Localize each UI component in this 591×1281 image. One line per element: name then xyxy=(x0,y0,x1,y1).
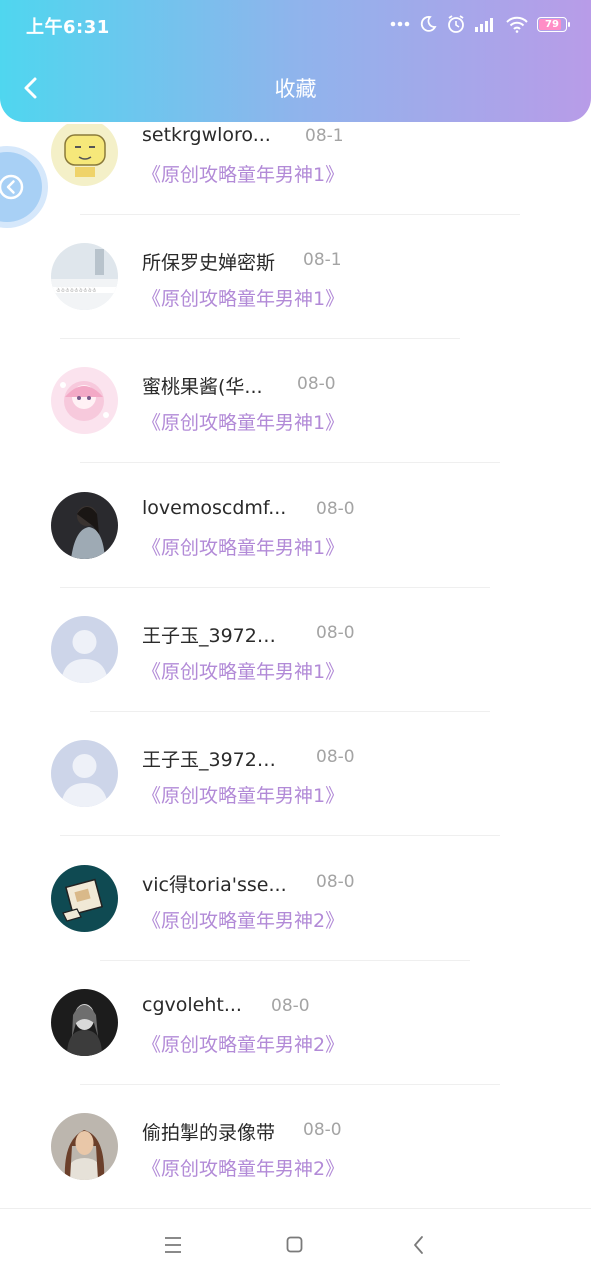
item-link[interactable]: 《原创攻略童年男神1》 xyxy=(142,781,344,808)
status-time: 上午6:31 xyxy=(26,17,110,38)
item-date: 08-0 xyxy=(316,623,355,643)
item-date: 08-0 xyxy=(271,996,310,1016)
moon-icon xyxy=(420,16,437,32)
svg-text:☃☃☃☃☃☃☃☃☃: ☃☃☃☃☃☃☃☃☃ xyxy=(56,287,97,294)
app-header: 上午6:31 79 收藏 xyxy=(0,0,591,122)
avatar[interactable] xyxy=(51,740,118,807)
item-link[interactable]: 《原创攻略童年男神1》 xyxy=(142,533,344,560)
back-triangle-icon xyxy=(414,1236,423,1254)
list-item[interactable]: 王子玉_39721... 08-0 《原创攻略童年男神1》 xyxy=(0,712,591,836)
list-item[interactable]: 王子玉_39721... 08-0 《原创攻略童年男神1》 xyxy=(0,588,591,712)
menu-icon xyxy=(165,1237,181,1253)
item-name: 所保罗史婵密斯 xyxy=(142,252,276,274)
item-date: 08-0 xyxy=(316,499,355,519)
favorites-list: setkrgwloro... 08-1 《原创攻略童年男神1》 ☃☃☃☃☃☃☃☃… xyxy=(0,124,591,1208)
avatar[interactable] xyxy=(51,989,118,1056)
item-name: 王子玉_39721... xyxy=(142,625,287,647)
list-item[interactable]: cgvoleht... 08-0 《原创攻略童年男神2》 xyxy=(0,961,591,1085)
system-nav-bar xyxy=(0,1208,591,1281)
avatar[interactable] xyxy=(51,865,118,932)
item-date: 08-1 xyxy=(303,250,342,270)
back-nav-button[interactable] xyxy=(404,1231,434,1259)
home-square-icon xyxy=(286,1236,303,1253)
item-link[interactable]: 《原创攻略童年男神1》 xyxy=(142,284,344,311)
avatar[interactable]: ☃☃☃☃☃☃☃☃☃ xyxy=(51,243,118,310)
menu-button[interactable] xyxy=(158,1231,188,1259)
battery-icon: 79 xyxy=(537,16,570,32)
wifi-icon xyxy=(506,16,528,33)
item-date: 08-0 xyxy=(297,374,336,394)
list-item[interactable]: lovemoscdmf... 08-0 《原创攻略童年男神1》 xyxy=(0,464,591,588)
list-item[interactable]: 偷拍掣的录像带 08-0 《原创攻略童年男神2》 xyxy=(0,1085,591,1208)
list-item[interactable]: 蜜桃果酱(华... 08-0 《原创攻略童年男神1》 xyxy=(0,339,591,463)
list-item[interactable]: ☃☃☃☃☃☃☃☃☃ 所保罗史婵密斯 08-1 《原创攻略童年男神1》 xyxy=(0,215,591,339)
avatar[interactable] xyxy=(51,492,118,559)
item-link[interactable]: 《原创攻略童年男神2》 xyxy=(142,1154,344,1181)
signal-icon xyxy=(475,18,493,32)
item-link[interactable]: 《原创攻略童年男神1》 xyxy=(142,160,344,187)
item-name: setkrgwloro... xyxy=(142,124,271,146)
divider xyxy=(60,835,500,836)
status-icons: 79 xyxy=(390,14,570,34)
avatar[interactable] xyxy=(51,367,118,434)
avatar[interactable] xyxy=(51,1113,118,1180)
item-date: 08-1 xyxy=(305,126,344,146)
divider xyxy=(80,462,500,463)
avatar[interactable] xyxy=(51,124,118,186)
item-link[interactable]: 《原创攻略童年男神2》 xyxy=(142,906,344,933)
avatar[interactable] xyxy=(51,616,118,683)
battery-level: 79 xyxy=(545,18,559,30)
item-link[interactable]: 《原创攻略童年男神2》 xyxy=(142,1030,344,1057)
home-button[interactable] xyxy=(280,1231,310,1259)
more-dots-icon xyxy=(390,21,410,27)
status-bar: 上午6:31 79 xyxy=(0,0,591,52)
item-date: 08-0 xyxy=(303,1120,342,1140)
item-name: 王子玉_39721... xyxy=(142,749,287,771)
item-date: 08-0 xyxy=(316,872,355,892)
item-link[interactable]: 《原创攻略童年男神1》 xyxy=(142,408,344,435)
item-name: 偷拍掣的录像带 xyxy=(142,1122,276,1144)
item-link[interactable]: 《原创攻略童年男神1》 xyxy=(142,657,344,684)
alarm-icon xyxy=(448,15,464,33)
list-item[interactable]: setkrgwloro... 08-1 《原创攻略童年男神1》 xyxy=(0,124,591,215)
item-name: cgvoleht... xyxy=(142,994,242,1016)
list-item[interactable]: vic得toria'sse... 08-0 《原创攻略童年男神2》 xyxy=(0,837,591,961)
item-name: vic得toria'sse... xyxy=(142,874,287,896)
item-name: 蜜桃果酱(华... xyxy=(142,376,263,398)
item-name: lovemoscdmf... xyxy=(142,497,287,519)
item-date: 08-0 xyxy=(316,747,355,767)
chevron-left-circle-icon xyxy=(0,174,24,200)
page-title: 收藏 xyxy=(274,77,317,101)
